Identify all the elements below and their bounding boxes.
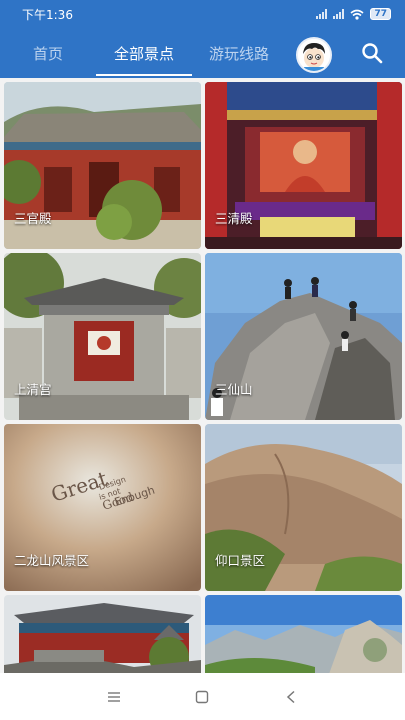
- attraction-name: 上清宫: [14, 382, 52, 397]
- avatar[interactable]: [296, 37, 332, 73]
- attraction-name: 三仙山: [215, 382, 253, 397]
- search-icon[interactable]: [360, 41, 384, 65]
- status-bar: 下午1:36 77: [0, 0, 405, 28]
- square-icon: [196, 690, 209, 703]
- system-nav-bar: [0, 673, 405, 720]
- home-button[interactable]: [182, 677, 222, 717]
- top-nav: 首页 全部景点 游玩线路: [0, 28, 405, 78]
- attraction-card[interactable]: Great Design is not Good Enough 二龙山风景区: [4, 424, 201, 591]
- wifi-icon: [350, 9, 364, 20]
- cartoon-boy-avatar-icon: [298, 39, 330, 71]
- attraction-name: 仰口景区: [215, 553, 266, 568]
- menu-icon: [108, 691, 121, 702]
- menu-button[interactable]: [94, 677, 134, 717]
- attraction-card[interactable]: 仰口景区: [205, 424, 402, 591]
- back-button[interactable]: [271, 677, 311, 717]
- status-icons: 77: [316, 8, 391, 20]
- attraction-card[interactable]: [205, 595, 402, 673]
- tab-tour-routes[interactable]: 游玩线路: [202, 28, 276, 78]
- battery-icon: 77: [370, 8, 391, 20]
- tab-home[interactable]: 首页: [22, 28, 74, 78]
- back-icon: [286, 690, 295, 703]
- attraction-name: 三清殿: [215, 211, 253, 226]
- palace-photo: [4, 595, 201, 673]
- active-tab-indicator: [96, 74, 192, 76]
- signal-icon: [316, 9, 328, 19]
- mountain-photo: [205, 595, 402, 673]
- signal-icon-2: [333, 9, 345, 19]
- tab-all-attractions[interactable]: 全部景点: [104, 28, 184, 78]
- attraction-name: 三官殿: [14, 211, 52, 226]
- attraction-card[interactable]: 三官殿: [4, 82, 201, 249]
- status-time: 下午1:36: [22, 7, 73, 22]
- attraction-name: 二龙山风景区: [14, 553, 90, 568]
- attraction-card[interactable]: 上清宫: [4, 253, 201, 420]
- attraction-card[interactable]: [4, 595, 201, 673]
- attraction-card[interactable]: 三清殿: [205, 82, 402, 249]
- attractions-grid: 三官殿 三清殿 上清宫 三仙山 Great Design is not Good…: [0, 78, 405, 673]
- attraction-card[interactable]: 三仙山: [205, 253, 402, 420]
